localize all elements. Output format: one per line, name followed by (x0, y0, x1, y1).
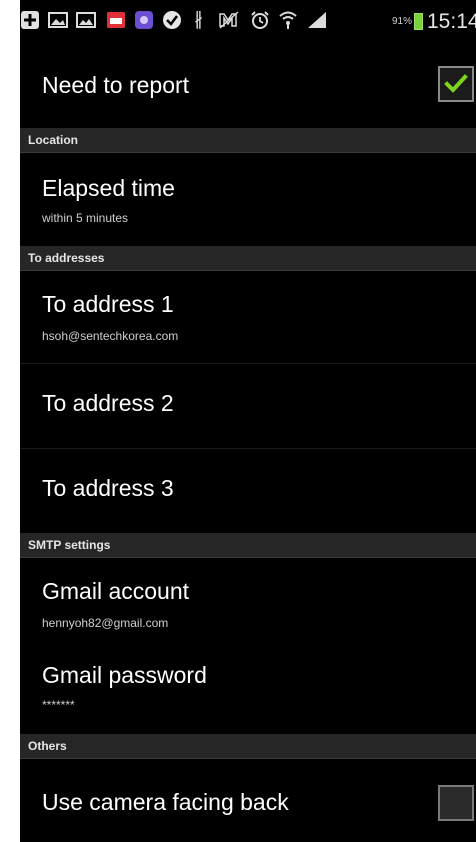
use-camera-back-checkbox[interactable] (438, 785, 474, 821)
to-address-1-title: To address 1 (42, 291, 174, 317)
alarm-icon (250, 10, 270, 30)
wifi-icon (278, 10, 298, 30)
gmail-password-summary: ******* (42, 698, 75, 712)
section-to-addresses-label: To addresses (28, 251, 105, 265)
mute-icon (218, 10, 239, 30)
use-camera-back-title: Use camera facing back (42, 789, 289, 815)
clock: 15:14 (427, 10, 476, 33)
need-to-report-checkbox[interactable] (438, 66, 474, 102)
add-icon (20, 10, 40, 30)
settings-screen: ∦ 91% 15:14 Need to report Location Elap… (20, 0, 476, 842)
section-header-others: Others (20, 734, 476, 759)
bluetooth-icon: ∦ (194, 9, 203, 30)
checkmark-icon (162, 10, 182, 30)
section-header-to-addresses: To addresses (20, 246, 476, 271)
elapsed-time-title: Elapsed time (42, 175, 175, 201)
section-location-label: Location (28, 133, 78, 147)
status-bar: ∦ 91% 15:14 (20, 0, 476, 44)
gmail-account-title: Gmail account (42, 578, 190, 604)
need-to-report-title: Need to report (42, 72, 190, 98)
gmail-account-summary: hennyoh82@gmail.com (42, 616, 169, 630)
to-address-1-summary: hsoh@sentechkorea.com (42, 329, 179, 343)
image-icon (48, 10, 68, 30)
section-others-label: Others (28, 739, 67, 753)
gmail-account-row[interactable]: Gmail account hennyoh82@gmail.com (20, 558, 476, 646)
battery-icon (414, 13, 423, 30)
to-address-2-row[interactable]: To address 2 (20, 364, 476, 448)
gallery-icon (76, 10, 96, 30)
app-icon (134, 10, 154, 30)
section-smtp-label: SMTP settings (28, 538, 111, 552)
to-address-3-title: To address 3 (42, 475, 174, 501)
calendar-icon (106, 10, 126, 30)
section-header-smtp: SMTP settings (20, 533, 476, 558)
checkmark-icon (444, 74, 468, 93)
use-camera-back-row[interactable]: Use camera facing back (20, 759, 476, 842)
section-header-location: Location (20, 128, 476, 153)
need-to-report-row[interactable]: Need to report (20, 44, 476, 124)
gmail-password-title: Gmail password (42, 662, 207, 688)
to-address-1-row[interactable]: To address 1 hsoh@sentechkorea.com (20, 271, 476, 363)
elapsed-time-summary: within 5 minutes (42, 211, 129, 225)
elapsed-time-row[interactable]: Elapsed time within 5 minutes (20, 153, 476, 245)
battery-percentage: 91% (392, 16, 413, 27)
to-address-2-title: To address 2 (42, 390, 174, 416)
to-address-3-row[interactable]: To address 3 (20, 449, 476, 531)
signal-icon (306, 10, 326, 30)
gmail-password-row[interactable]: Gmail password ******* (20, 646, 476, 732)
